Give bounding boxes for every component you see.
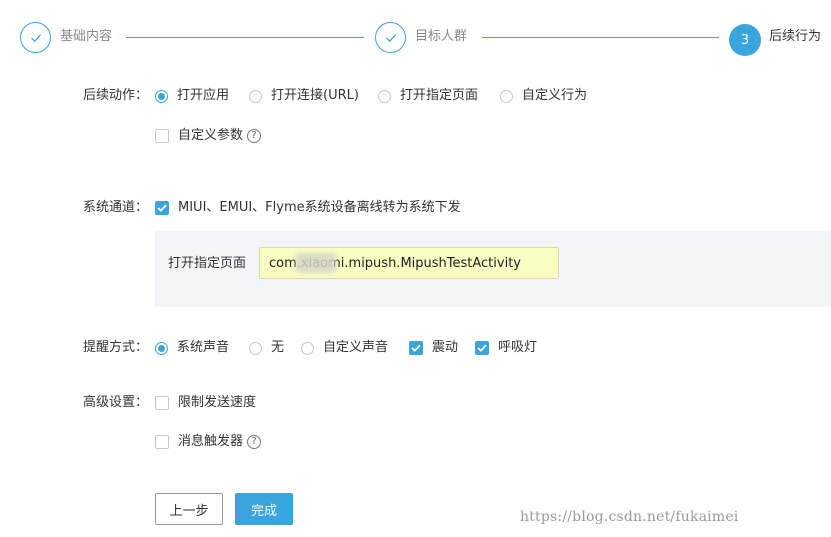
checkbox-system-channel[interactable]: MIUI、EMUI、Flyme系统设备离线转为系统下发 <box>155 199 461 217</box>
check-icon <box>385 33 396 42</box>
checkbox-box[interactable] <box>475 341 489 355</box>
step-3-circle: 3 <box>729 24 761 56</box>
radio-custom-action[interactable]: 自定义行为 <box>500 87 587 105</box>
radio-no-sound[interactable]: 无 <box>249 339 284 357</box>
checkbox-label: MIUI、EMUI、Flyme系统设备离线转为系统下发 <box>178 200 461 215</box>
step-3-number: 3 <box>740 32 750 48</box>
step-3-label: 后续行为 <box>769 29 822 44</box>
help-icon[interactable]: ? <box>247 129 262 143</box>
check-icon <box>411 344 421 352</box>
radio-label: 打开连接(URL) <box>271 88 359 103</box>
step-1-circle <box>20 22 51 53</box>
prev-step-button[interactable]: 上一步 <box>155 493 223 525</box>
checkbox-box[interactable] <box>155 435 169 449</box>
radio-label: 自定义声音 <box>323 340 389 355</box>
checkbox-breathing-light[interactable]: 呼吸灯 <box>475 339 537 357</box>
done-button[interactable]: 完成 <box>235 493 293 525</box>
radio-system-sound[interactable]: 系统声音 <box>155 339 229 357</box>
system-channel-label: 系统通道： <box>82 200 148 215</box>
radio-label: 自定义行为 <box>522 88 588 103</box>
checkbox-label: 消息触发器 <box>178 434 244 449</box>
radio-label: 打开应用 <box>177 88 230 103</box>
checkbox-label: 自定义参数 <box>178 128 244 143</box>
radio-button[interactable] <box>378 89 391 103</box>
checkbox-box[interactable] <box>155 201 169 215</box>
radio-label: 无 <box>271 340 285 355</box>
step-1-label: 基础内容 <box>60 29 113 44</box>
checkbox-label: 震动 <box>432 340 459 355</box>
radio-button[interactable] <box>155 341 168 355</box>
radio-label: 系统声音 <box>177 340 230 355</box>
help-icon[interactable]: ? <box>247 435 262 449</box>
redaction-blur <box>296 253 336 273</box>
radio-button[interactable] <box>155 89 168 103</box>
radio-label: 打开指定页面 <box>400 88 479 103</box>
step-2-label: 目标人群 <box>415 29 468 44</box>
reminder-label: 提醒方式： <box>82 340 148 355</box>
check-icon <box>157 204 167 212</box>
step-2-circle <box>375 22 406 53</box>
radio-open-page[interactable]: 打开指定页面 <box>378 87 478 105</box>
checkbox-box[interactable] <box>155 396 169 410</box>
checkbox-custom-params[interactable]: 自定义参数 ? <box>155 127 262 145</box>
checkbox-vibrate[interactable]: 震动 <box>409 339 458 357</box>
radio-button[interactable] <box>500 89 513 103</box>
open-page-label: 打开指定页面 <box>168 256 247 271</box>
radio-open-app[interactable]: 打开应用 <box>155 87 229 105</box>
follow-action-label: 后续动作： <box>82 88 148 103</box>
step-connector-2 <box>482 37 719 38</box>
checkbox-label: 呼吸灯 <box>498 340 538 355</box>
checkbox-box[interactable] <box>409 341 423 355</box>
check-icon <box>30 33 41 42</box>
radio-button[interactable] <box>249 89 262 103</box>
checkbox-box[interactable] <box>155 129 169 143</box>
checkbox-rate-limit[interactable]: 限制发送速度 <box>155 394 256 412</box>
check-icon <box>477 344 487 352</box>
watermark-text: https://blog.csdn.net/fukaimei <box>520 509 739 525</box>
checkbox-message-trigger[interactable]: 消息触发器 ? <box>155 433 262 451</box>
advanced-label: 高级设置： <box>82 395 148 410</box>
step-connector-1 <box>126 37 364 38</box>
radio-custom-sound[interactable]: 自定义声音 <box>301 339 388 357</box>
checkbox-label: 限制发送速度 <box>178 395 257 410</box>
radio-button[interactable] <box>249 341 262 355</box>
radio-button[interactable] <box>301 341 314 355</box>
radio-open-url[interactable]: 打开连接(URL) <box>249 87 359 105</box>
